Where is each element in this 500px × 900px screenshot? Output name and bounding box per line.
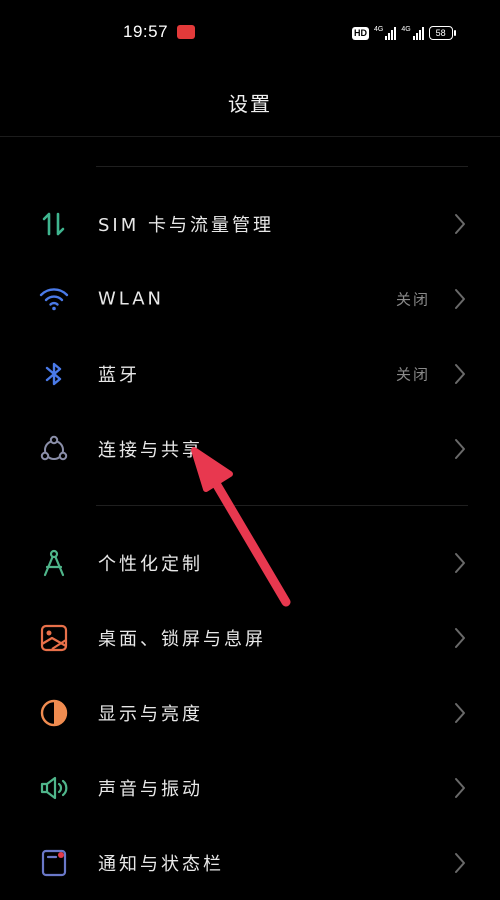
connection-share-icon bbox=[38, 433, 70, 465]
settings-item-label: 显示与亮度 bbox=[98, 703, 203, 725]
chevron-right-icon bbox=[452, 212, 468, 236]
chevron-right-icon bbox=[452, 437, 468, 461]
settings-item-notification[interactable]: 通知与状态栏 bbox=[0, 825, 500, 900]
settings-item-display[interactable]: 显示与亮度 bbox=[0, 675, 500, 750]
settings-item-label: 个性化定制 bbox=[98, 553, 203, 575]
wallpaper-icon bbox=[38, 622, 70, 654]
chevron-right-icon bbox=[452, 362, 468, 386]
display-brightness-icon bbox=[38, 697, 70, 729]
personalization-icon bbox=[38, 547, 70, 579]
settings-item-personalization[interactable]: 个性化定制 bbox=[0, 525, 500, 600]
section-divider bbox=[96, 166, 468, 167]
signal-strength-icon: 4G bbox=[374, 26, 397, 40]
chevron-right-icon bbox=[452, 701, 468, 725]
notification-icon bbox=[38, 847, 70, 879]
settings-item-connection-share[interactable]: 连接与共享 bbox=[0, 411, 500, 486]
bluetooth-icon bbox=[38, 358, 70, 390]
settings-item-value: 关闭 bbox=[395, 365, 430, 383]
settings-item-wallpaper[interactable]: 桌面、锁屏与息屏 bbox=[0, 600, 500, 675]
signal-strength-icon: 4G bbox=[401, 26, 424, 40]
status-bar: 19:57 HD 4G 4G 58 bbox=[0, 0, 500, 66]
settings-item-label: 连接与共享 bbox=[98, 439, 203, 461]
settings-item-value: 关闭 bbox=[395, 290, 430, 308]
settings-item-sound[interactable]: 声音与振动 bbox=[0, 750, 500, 825]
sound-vibration-icon bbox=[38, 772, 70, 804]
chevron-right-icon bbox=[452, 626, 468, 650]
settings-item-label: 通知与状态栏 bbox=[98, 853, 224, 875]
chevron-right-icon bbox=[452, 287, 468, 311]
chevron-right-icon bbox=[452, 851, 468, 875]
section-divider bbox=[96, 505, 468, 506]
hd-voice-icon: HD bbox=[352, 26, 369, 40]
status-indicators: HD 4G 4G 58 bbox=[352, 24, 456, 42]
settings-item-label: 声音与振动 bbox=[98, 778, 203, 800]
settings-item-label: WLAN bbox=[98, 288, 165, 309]
header-divider bbox=[0, 136, 500, 137]
battery-icon: 58 bbox=[428, 26, 456, 40]
status-time: 19:57 bbox=[123, 22, 169, 41]
settings-item-label: 蓝牙 bbox=[98, 364, 140, 386]
wifi-icon bbox=[38, 283, 70, 315]
settings-item-label: 桌面、锁屏与息屏 bbox=[98, 628, 266, 650]
chevron-right-icon bbox=[452, 776, 468, 800]
settings-item-bluetooth[interactable]: 蓝牙 关闭 bbox=[0, 336, 500, 411]
chevron-right-icon bbox=[452, 551, 468, 575]
page-title: 设置 bbox=[228, 92, 272, 116]
settings-item-label: SIM 卡与流量管理 bbox=[98, 214, 274, 236]
app-notification-icon bbox=[177, 25, 195, 39]
settings-item-sim[interactable]: SIM 卡与流量管理 bbox=[0, 186, 500, 261]
settings-item-wlan[interactable]: WLAN 关闭 bbox=[0, 261, 500, 336]
sim-data-icon bbox=[38, 208, 70, 240]
